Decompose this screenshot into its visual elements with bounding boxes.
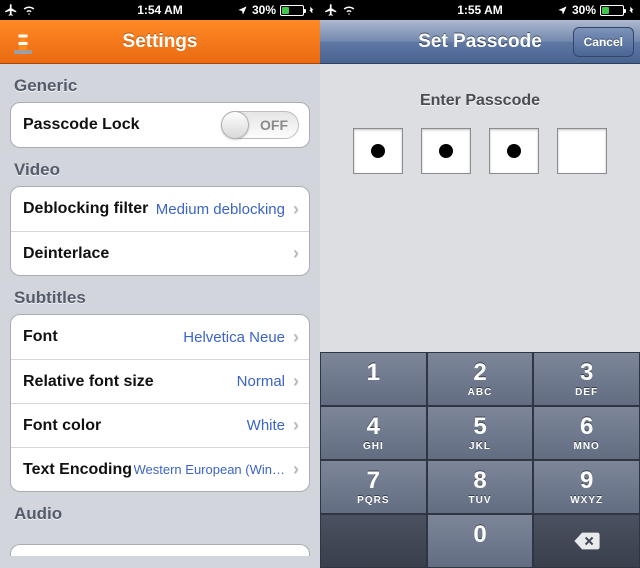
airplane-mode-icon — [324, 3, 338, 17]
numeric-keypad: 1 2ABC 3DEF 4GHI 5JKL 6MNO 7PQRS 8TUV 9W… — [320, 352, 640, 568]
passcode-digit-2 — [421, 128, 471, 174]
switch-off-label: OFF — [260, 117, 288, 133]
row-font[interactable]: Font Helvetica Neue › — [11, 315, 309, 359]
wifi-icon — [22, 4, 36, 16]
passcode-boxes — [320, 128, 640, 174]
keypad-key-blank — [320, 514, 427, 568]
keypad-key-7[interactable]: 7PQRS — [320, 460, 427, 514]
charging-icon — [628, 4, 636, 16]
chevron-right-icon: › — [293, 199, 299, 220]
header-bar: Settings — [0, 20, 320, 64]
cancel-button-label: Cancel — [584, 35, 623, 49]
row-label: Deinterlace — [23, 245, 109, 263]
battery-percent: 30% — [252, 3, 276, 17]
row-font-color[interactable]: Font color White › — [11, 403, 309, 447]
keypad-key-5[interactable]: 5JKL — [427, 406, 534, 460]
section-label-audio: Audio — [0, 492, 320, 530]
status-time: 1:54 AM — [137, 3, 183, 17]
keypad-key-9[interactable]: 9WXYZ — [533, 460, 640, 514]
passcode-prompt: Enter Passcode — [320, 92, 640, 110]
row-passcode-lock[interactable]: Passcode Lock OFF — [11, 103, 309, 147]
row-value: Normal — [237, 373, 291, 390]
row-deblocking-filter[interactable]: Deblocking filter Medium deblocking › — [11, 187, 309, 231]
keypad-key-1[interactable]: 1 — [320, 352, 427, 406]
row-label: Passcode Lock — [23, 116, 140, 134]
vlc-cone-icon — [8, 27, 38, 57]
settings-screen: 1:54 AM 30% Settings Generic Passcode Lo… — [0, 0, 320, 568]
passcode-lock-switch[interactable]: OFF — [221, 111, 299, 139]
row-label: Deblocking filter — [23, 200, 148, 218]
row-label: Relative font size — [23, 373, 154, 391]
keypad-key-0[interactable]: 0 — [427, 514, 534, 568]
keypad-key-8[interactable]: 8TUV — [427, 460, 534, 514]
location-icon — [557, 5, 568, 16]
chevron-right-icon: › — [293, 243, 299, 264]
airplane-mode-icon — [4, 3, 18, 17]
passcode-digit-3 — [489, 128, 539, 174]
settings-list[interactable]: Generic Passcode Lock OFF Video Deblocki… — [0, 64, 320, 568]
row-deinterlace[interactable]: Deinterlace › — [11, 231, 309, 275]
battery-icon — [280, 5, 304, 16]
row-label: Text Encoding — [23, 461, 132, 479]
set-passcode-screen: 1:55 AM 30% Set Passcode Cancel Enter Pa… — [320, 0, 640, 568]
section-label-subtitles: Subtitles — [0, 276, 320, 314]
passcode-digit-1 — [353, 128, 403, 174]
charging-icon — [308, 4, 316, 16]
passcode-digit-4 — [557, 128, 607, 174]
keypad-key-2[interactable]: 2ABC — [427, 352, 534, 406]
row-value: White — [247, 417, 291, 434]
battery-percent: 30% — [572, 3, 596, 17]
section-label-video: Video — [0, 148, 320, 186]
row-relative-font-size[interactable]: Relative font size Normal › — [11, 359, 309, 403]
chevron-right-icon: › — [293, 327, 299, 348]
backspace-icon — [573, 531, 601, 551]
section-label-generic: Generic — [0, 64, 320, 102]
row-label: Font color — [23, 417, 101, 435]
wifi-icon — [342, 4, 356, 16]
row-value: Medium deblocking — [156, 201, 291, 218]
header-bar: Set Passcode Cancel — [320, 20, 640, 64]
row-value: Western European (Win… — [134, 462, 292, 477]
cancel-button[interactable]: Cancel — [573, 27, 634, 57]
chevron-right-icon: › — [293, 371, 299, 392]
keypad-key-4[interactable]: 4GHI — [320, 406, 427, 460]
status-bar: 1:54 AM 30% — [0, 0, 320, 20]
row-label: Font — [23, 328, 58, 346]
chevron-right-icon: › — [293, 415, 299, 436]
section-audio-group-partial — [10, 544, 310, 556]
header-title: Settings — [0, 31, 320, 53]
status-bar: 1:55 AM 30% — [320, 0, 640, 20]
battery-icon — [600, 5, 624, 16]
keypad-key-3[interactable]: 3DEF — [533, 352, 640, 406]
location-icon — [237, 5, 248, 16]
keypad-key-backspace[interactable] — [533, 514, 640, 568]
row-value: Helvetica Neue — [183, 329, 291, 346]
status-time: 1:55 AM — [457, 3, 503, 17]
chevron-right-icon: › — [293, 459, 299, 480]
row-text-encoding[interactable]: Text Encoding Western European (Win… › — [11, 447, 309, 491]
keypad-key-6[interactable]: 6MNO — [533, 406, 640, 460]
